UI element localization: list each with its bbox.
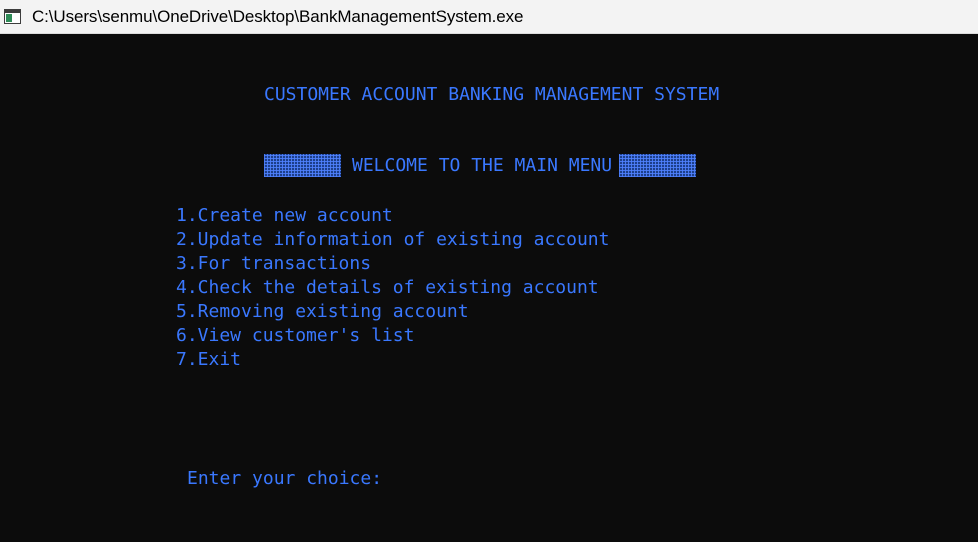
- menu-item-transactions: 3.For transactions: [176, 253, 372, 274]
- shade-block-left: [264, 154, 341, 177]
- system-heading: CUSTOMER ACCOUNT BANKING MANAGEMENT SYST…: [264, 84, 720, 105]
- menu-item-check-details: 4.Check the details of existing account: [176, 277, 599, 298]
- menu-item-view-customers: 6.View customer's list: [176, 325, 415, 346]
- welcome-text: WELCOME TO THE MAIN MENU: [352, 154, 613, 176]
- console-app-icon: [4, 9, 21, 24]
- welcome-banner: WELCOME TO THE MAIN MENU: [264, 154, 697, 178]
- title-bar[interactable]: C:\Users\senmu\OneDrive\Desktop\BankMana…: [0, 0, 978, 34]
- menu-item-exit: 7.Exit: [176, 349, 242, 370]
- window-title: C:\Users\senmu\OneDrive\Desktop\BankMana…: [32, 7, 524, 26]
- console-window: C:\Users\senmu\OneDrive\Desktop\BankMana…: [0, 0, 978, 542]
- choice-prompt[interactable]: Enter your choice:: [187, 468, 382, 490]
- menu-item-update-account: 2.Update information of existing account: [176, 229, 610, 250]
- main-menu: 1.Create new account 2.Update informatio…: [176, 204, 609, 372]
- console-output[interactable]: CUSTOMER ACCOUNT BANKING MANAGEMENT SYST…: [0, 34, 978, 542]
- menu-item-create-account: 1.Create new account: [176, 205, 393, 226]
- menu-item-remove-account: 5.Removing existing account: [176, 301, 469, 322]
- shade-block-right: [619, 154, 697, 177]
